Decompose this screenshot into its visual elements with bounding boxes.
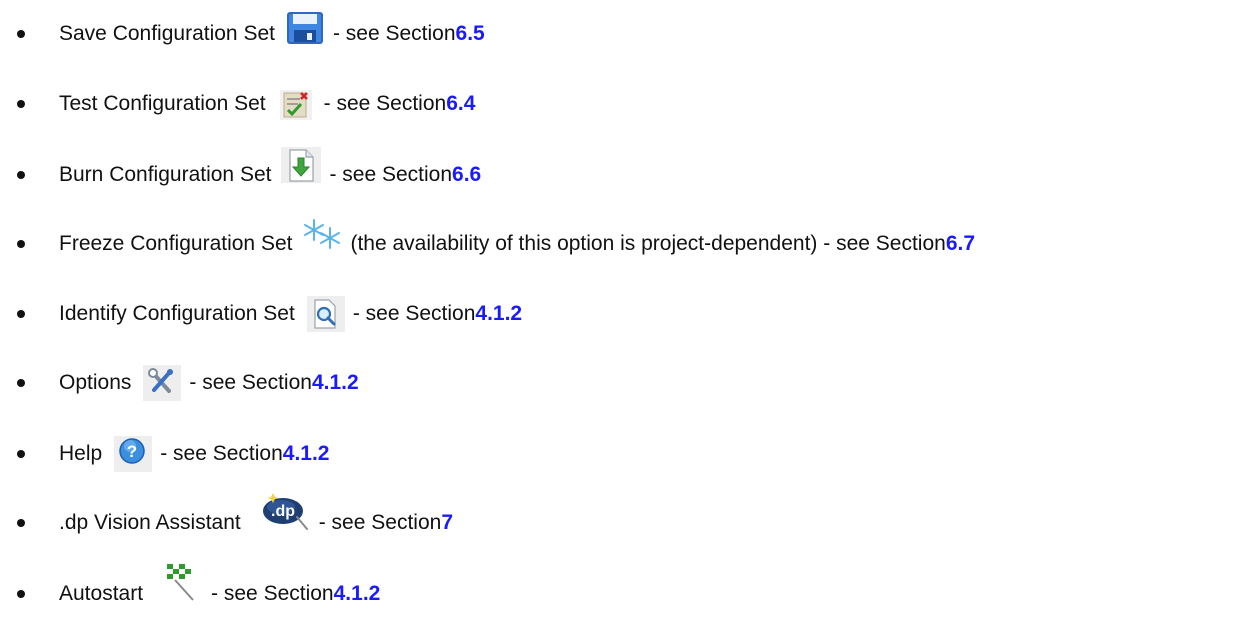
item-label: Autostart — [59, 582, 144, 605]
section-link[interactable]: 4.1.2 — [475, 302, 522, 326]
section-link[interactable]: 4.1.2 — [283, 442, 330, 466]
svg-text:.dp: .dp — [271, 503, 295, 520]
item-description: (the availability of this option is proj… — [350, 232, 946, 255]
item-label: Burn Configuration Set — [59, 163, 272, 186]
section-link[interactable]: 6.7 — [946, 232, 975, 256]
item-description: - see Section — [323, 92, 447, 115]
dp-vision-assistant-icon: .dp — [259, 487, 313, 530]
item-label: Options — [59, 371, 132, 394]
section-link[interactable]: 4.1.2 — [334, 582, 381, 606]
section-link[interactable]: 7 — [441, 511, 453, 535]
bullet — [17, 590, 25, 598]
section-link[interactable]: 6.6 — [452, 163, 481, 187]
bullet — [17, 379, 25, 387]
snowflake-icon — [300, 216, 344, 256]
item-description: - see Section — [189, 371, 312, 394]
bullet — [17, 450, 25, 458]
bullet — [17, 240, 25, 248]
checkered-flag-icon — [157, 558, 205, 601]
bullet — [17, 310, 25, 318]
item-description: - see Section — [211, 582, 334, 605]
burn-download-icon — [279, 145, 323, 185]
help-question-icon: ? — [110, 434, 154, 474]
item-description: - see Section — [332, 22, 456, 45]
bullet — [17, 30, 25, 38]
item-label: Test Configuration Set — [59, 92, 266, 115]
item-description: - see Section — [329, 163, 453, 186]
svg-text:?: ? — [127, 442, 137, 461]
bullet — [17, 171, 25, 179]
section-link[interactable]: 4.1.2 — [312, 371, 359, 395]
floppy-disk-icon — [283, 8, 327, 48]
item-description: - see Section — [160, 442, 283, 465]
item-label: .dp Vision Assistant — [59, 511, 241, 534]
section-link[interactable]: 6.5 — [456, 22, 485, 46]
item-label: Freeze Configuration Set — [59, 232, 293, 255]
tools-icon — [139, 363, 183, 403]
bullet — [17, 519, 25, 527]
item-label: Help — [59, 442, 103, 465]
item-description: - see Section — [352, 302, 476, 325]
item-description: - see Section — [318, 511, 442, 534]
item-label: Identify Configuration Set — [59, 302, 295, 325]
magnifier-document-icon — [303, 294, 347, 334]
section-link[interactable]: 6.4 — [446, 92, 475, 116]
feature-list: Save Configuration Set - see Section 6.5… — [0, 0, 1256, 637]
item-label: Save Configuration Set — [59, 22, 275, 45]
bullet — [17, 100, 25, 108]
test-checklist-icon — [274, 84, 318, 124]
